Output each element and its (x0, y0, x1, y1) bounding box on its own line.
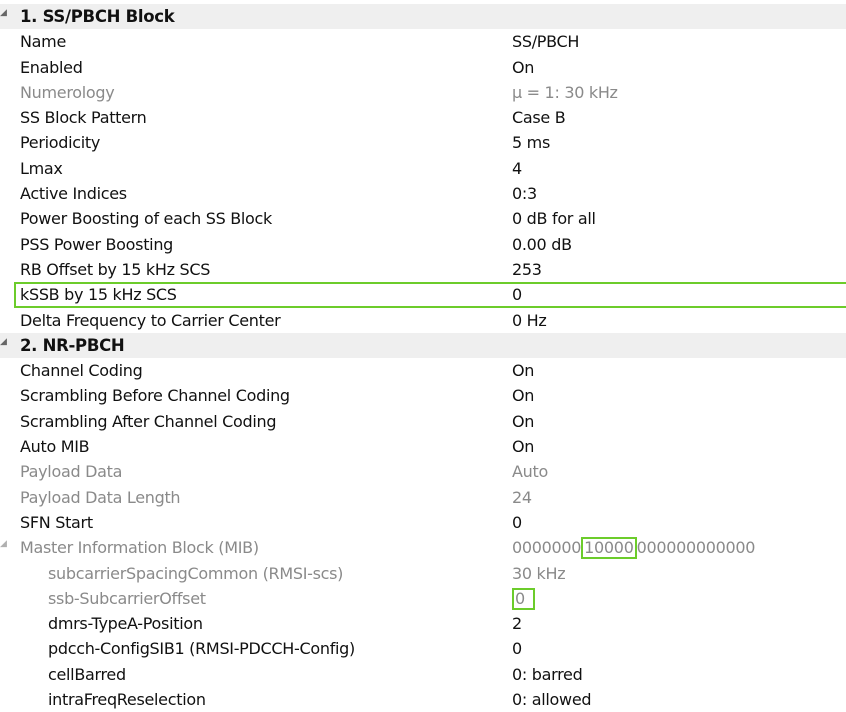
mib-bits-suffix: 000000000000 (636, 538, 756, 558)
property-row-periodicity[interactable]: Periodicity 5 ms (0, 130, 846, 155)
property-value[interactable]: On (512, 437, 534, 457)
property-row-intra-freq-reselection[interactable]: intraFreqReselection 0: allowed (0, 687, 846, 712)
property-row-ssb-subcarrier-offset: ssb-SubcarrierOffset 0 (0, 586, 846, 611)
property-row-ss-block-pattern[interactable]: SS Block Pattern Case B (0, 105, 846, 130)
property-label: Scrambling Before Channel Coding (20, 386, 290, 406)
property-value[interactable]: 0 Hz (512, 311, 547, 331)
property-row-lmax[interactable]: Lmax 4 (0, 156, 846, 181)
expand-caret-icon[interactable]: ◢ (0, 540, 8, 550)
property-label: Periodicity (20, 133, 101, 153)
property-label: Payload Data Length (20, 487, 181, 507)
property-label: Delta Frequency to Carrier Center (20, 310, 281, 330)
property-label: SS Block Pattern (20, 108, 147, 128)
property-label: dmrs-TypeA-Position (48, 614, 203, 634)
property-value[interactable]: 0 (512, 513, 522, 533)
property-row-name[interactable]: Name SS/PBCH (0, 29, 846, 54)
property-label: ssb-SubcarrierOffset (48, 588, 206, 608)
property-label: intraFreqReselection (48, 690, 206, 710)
property-label: Lmax (20, 158, 63, 178)
property-row-rb-offset[interactable]: RB Offset by 15 kHz SCS 253 (0, 257, 846, 282)
highlight-box: 0 (512, 587, 535, 610)
property-grid: ◢ 1. SS/PBCH Block Name SS/PBCH Enabled … (0, 4, 846, 712)
property-row-scrambling-after[interactable]: Scrambling After Channel Coding On (0, 409, 846, 434)
property-label: Auto MIB (20, 437, 90, 457)
property-value[interactable]: 0: barred (512, 665, 583, 685)
section-header-nr-pbch[interactable]: ◢ 2. NR-PBCH (0, 332, 846, 359)
property-value[interactable]: Case B (512, 108, 566, 128)
property-label: kSSB by 15 kHz SCS (20, 285, 177, 305)
property-value: μ = 1: 30 kHz (512, 82, 618, 102)
property-label: Enabled (20, 57, 83, 77)
property-label: cellBarred (48, 664, 126, 684)
property-label: Payload Data (20, 462, 123, 482)
property-row-dmrs-typea-position[interactable]: dmrs-TypeA-Position 2 (0, 611, 846, 636)
property-row-active-indices[interactable]: Active Indices 0:3 (0, 181, 846, 206)
property-value: 0 (512, 587, 535, 610)
property-row-cell-barred[interactable]: cellBarred 0: barred (0, 662, 846, 687)
property-row-pdcch-config-sib1[interactable]: pdcch-ConfigSIB1 (RMSI-PDCCH-Config) 0 (0, 636, 846, 661)
property-row-mib[interactable]: ◢ Master Information Block (MIB) 0000000… (0, 535, 846, 560)
property-value[interactable]: On (512, 361, 534, 381)
property-value[interactable]: 0: allowed (512, 690, 592, 710)
mib-bits-prefix: 0000000 (512, 538, 582, 558)
property-value: 24 (512, 487, 532, 507)
mib-bits-highlighted: 10000 (581, 537, 637, 560)
property-value[interactable]: 0 dB for all (512, 209, 596, 229)
property-row-enabled[interactable]: Enabled On (0, 55, 846, 80)
property-row-subcarrier-spacing-common: subcarrierSpacingCommon (RMSI-scs) 30 kH… (0, 561, 846, 586)
property-label: Power Boosting of each SS Block (20, 209, 273, 229)
section-header-ss-pbch-block[interactable]: ◢ 1. SS/PBCH Block (0, 4, 846, 30)
section-title: 1. SS/PBCH Block (20, 7, 175, 26)
property-row-auto-mib[interactable]: Auto MIB On (0, 434, 846, 459)
property-row-pss-power-boosting[interactable]: PSS Power Boosting 0.00 dB (0, 232, 846, 257)
property-label: Channel Coding (20, 361, 143, 381)
property-row-scrambling-before[interactable]: Scrambling Before Channel Coding On (0, 383, 846, 408)
property-value[interactable]: 0.00 dB (512, 235, 572, 255)
property-value[interactable]: 253 (512, 260, 542, 280)
property-value[interactable]: SS/PBCH (512, 32, 579, 52)
property-label: Scrambling After Channel Coding (20, 411, 277, 431)
property-row-payload-data-length: Payload Data Length 24 (0, 485, 846, 510)
property-label: Active Indices (20, 184, 127, 204)
property-label: RB Offset by 15 kHz SCS (20, 259, 211, 279)
property-label: subcarrierSpacingCommon (RMSI-scs) (48, 563, 344, 583)
property-label: PSS Power Boosting (20, 234, 174, 254)
property-label: SFN Start (20, 512, 93, 532)
property-value: 30 kHz (512, 563, 566, 583)
property-value[interactable]: On (512, 412, 534, 432)
section-title: 2. NR-PBCH (20, 335, 125, 355)
property-value[interactable]: On (512, 386, 534, 406)
property-label: Name (20, 32, 67, 52)
property-value[interactable]: 0:3 (512, 184, 537, 204)
mib-bits-value: 0000000 10000 000000000000 (512, 537, 756, 560)
property-row-delta-frequency[interactable]: Delta Frequency to Carrier Center 0 Hz (0, 308, 846, 333)
property-value[interactable]: 4 (512, 159, 522, 179)
property-value[interactable]: 5 ms (512, 133, 550, 153)
expand-caret-icon[interactable]: ◢ (0, 9, 8, 19)
property-row-sfn-start[interactable]: SFN Start 0 (0, 510, 846, 535)
property-value[interactable]: 2 (512, 614, 522, 634)
property-value[interactable]: 0 (512, 639, 522, 659)
property-value[interactable]: 0 (512, 285, 522, 305)
property-row-kssb[interactable]: kSSB by 15 kHz SCS 0 (0, 282, 846, 309)
property-row-numerology: Numerology μ = 1: 30 kHz (0, 80, 846, 105)
property-value[interactable]: On (512, 58, 534, 78)
property-row-channel-coding[interactable]: Channel Coding On (0, 358, 846, 383)
property-value: Auto (512, 462, 548, 482)
property-label: Numerology (20, 82, 115, 102)
property-label: pdcch-ConfigSIB1 (RMSI-PDCCH-Config) (48, 639, 355, 659)
property-row-power-boosting[interactable]: Power Boosting of each SS Block 0 dB for… (0, 206, 846, 231)
property-label: Master Information Block (MIB) (20, 538, 259, 558)
property-row-payload-data: Payload Data Auto (0, 459, 846, 484)
expand-caret-icon[interactable]: ◢ (0, 337, 8, 348)
